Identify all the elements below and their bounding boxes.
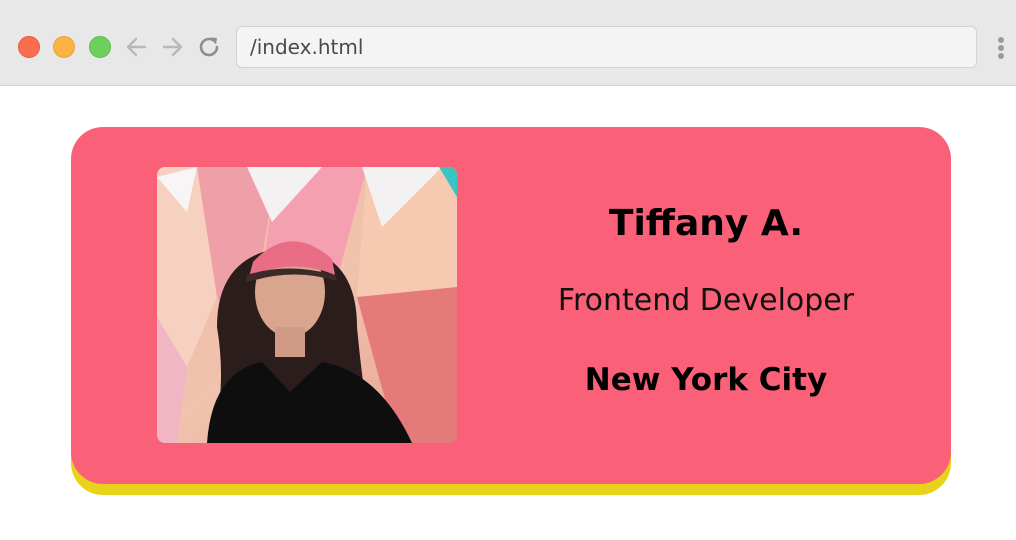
profile-name: Tiffany A. [608, 203, 804, 244]
profile-role: Frontend Developer [557, 283, 855, 318]
maximize-window-button[interactable] [89, 36, 111, 58]
reload-icon[interactable] [195, 33, 223, 61]
close-window-button[interactable] [18, 36, 40, 58]
address-bar[interactable]: /index.html [236, 26, 977, 68]
profile-card: Tiffany A. Frontend Developer New York C… [71, 127, 951, 484]
minimize-window-button[interactable] [53, 36, 75, 58]
more-vertical-icon[interactable] [994, 34, 1008, 62]
profile-info: Tiffany A. Frontend Developer New York C… [511, 127, 901, 484]
profile-photo [157, 167, 457, 443]
back-arrow-icon[interactable] [123, 33, 151, 61]
url-text: /index.html [250, 35, 364, 59]
forward-arrow-icon[interactable] [158, 33, 186, 61]
browser-toolbar: /index.html [0, 0, 1016, 86]
profile-location: New York City [584, 362, 828, 398]
